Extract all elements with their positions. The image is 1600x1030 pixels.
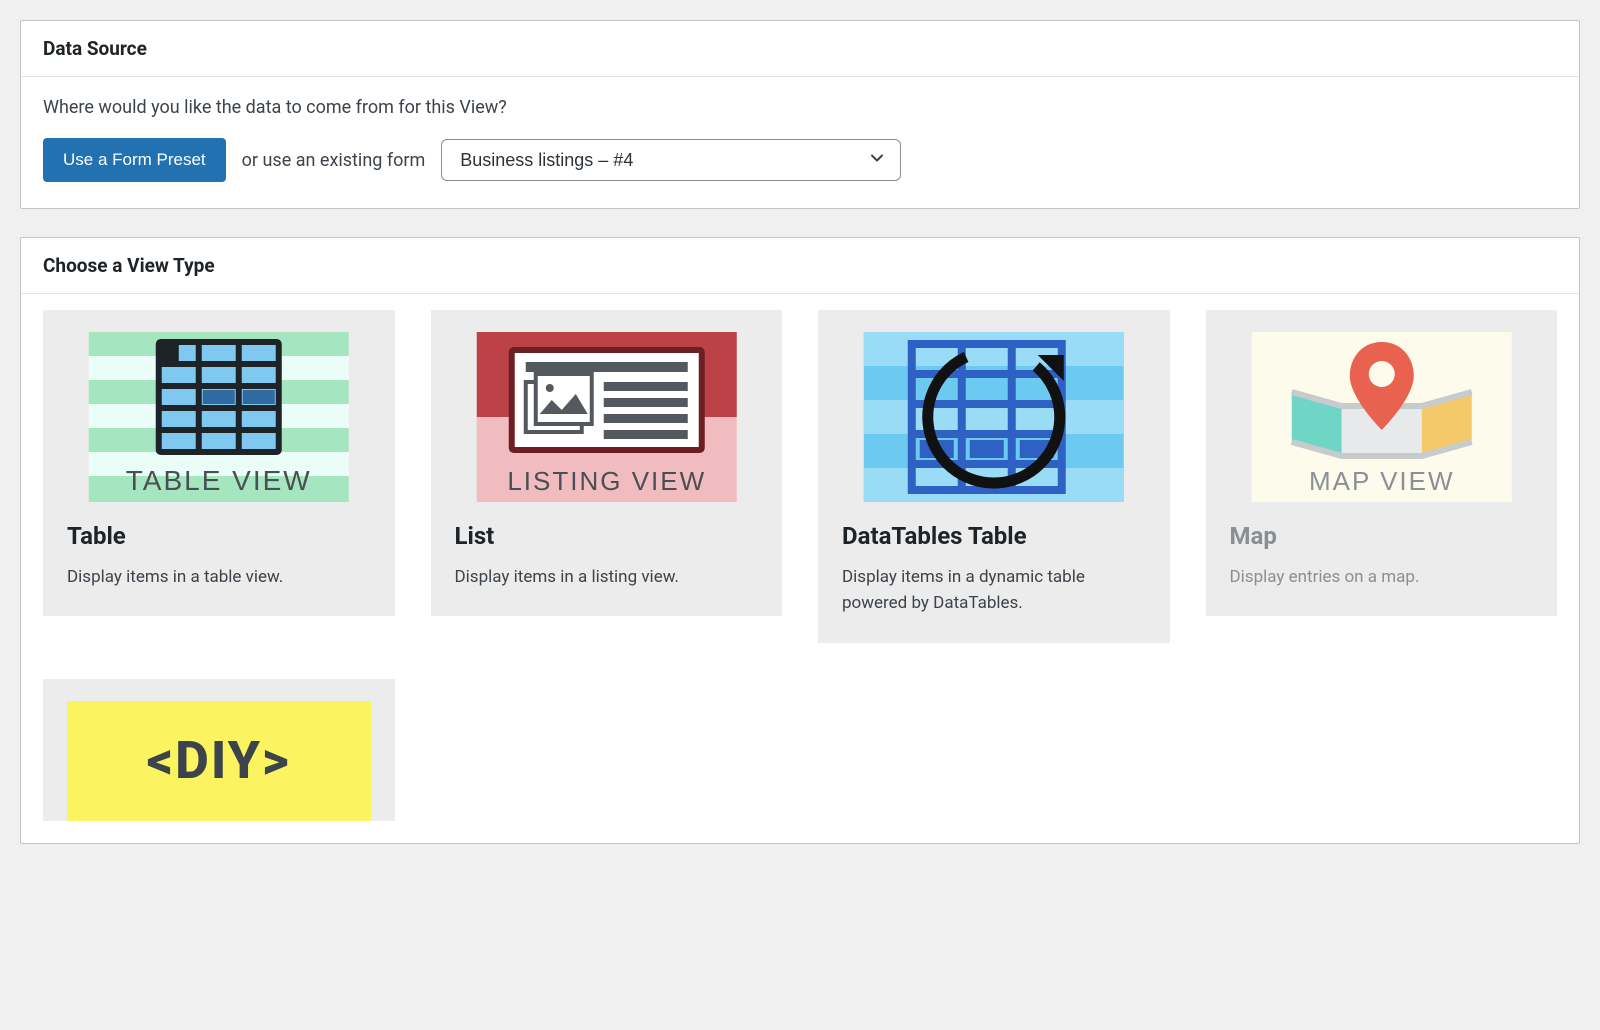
panel-header: Choose a View Type	[21, 238, 1579, 294]
view-type-grid: TABLE VIEW Table Display items in a tabl…	[21, 294, 1579, 843]
table-view-thumb-icon: TABLE VIEW	[67, 332, 371, 502]
data-source-prompt: Where would you like the data to come fr…	[43, 97, 1557, 118]
view-card-table[interactable]: TABLE VIEW Table Display items in a tabl…	[43, 310, 395, 616]
or-use-existing-label: or use an existing form	[242, 150, 426, 171]
form-select-wrap: Business listings – #4	[441, 139, 901, 181]
diy-thumb-icon: <DIY>	[67, 701, 371, 821]
view-card-list[interactable]: LISTING VIEW List Display items in a lis…	[431, 310, 783, 616]
view-card-title: List	[455, 522, 759, 550]
existing-form-select[interactable]: Business listings – #4	[441, 139, 901, 181]
view-card-desc: Display items in a listing view.	[455, 564, 759, 590]
map-view-thumb-icon: MAP VIEW	[1230, 332, 1534, 502]
panel-body: Where would you like the data to come fr…	[21, 77, 1579, 208]
view-card-diy[interactable]: <DIY>	[43, 679, 395, 821]
view-card-desc: Display entries on a map.	[1230, 564, 1534, 590]
view-type-title: Choose a View Type	[43, 254, 1557, 277]
view-type-panel: Choose a View Type	[20, 237, 1580, 844]
panel-header: Data Source	[21, 21, 1579, 77]
data-source-panel: Data Source Where would you like the dat…	[20, 20, 1580, 209]
use-form-preset-button[interactable]: Use a Form Preset	[43, 138, 226, 182]
view-card-title: DataTables Table	[842, 522, 1146, 550]
listing-view-thumb-icon: LISTING VIEW	[455, 332, 759, 502]
datatables-thumb-icon	[842, 332, 1146, 502]
view-card-title: Map	[1230, 522, 1534, 550]
view-card-desc: Display items in a dynamic table powered…	[842, 564, 1146, 617]
view-card-title: Table	[67, 522, 371, 550]
svg-text:MAP VIEW: MAP VIEW	[1308, 466, 1454, 496]
view-card-datatables[interactable]: DataTables Table Display items in a dyna…	[818, 310, 1170, 643]
data-source-controls: Use a Form Preset or use an existing for…	[43, 138, 1557, 182]
data-source-title: Data Source	[43, 37, 1557, 60]
svg-text:TABLE VIEW: TABLE VIEW	[126, 465, 312, 496]
svg-text:LISTING VIEW: LISTING VIEW	[507, 466, 706, 496]
view-card-map[interactable]: MAP VIEW Map Display entries on a map.	[1206, 310, 1558, 616]
view-card-desc: Display items in a table view.	[67, 564, 371, 590]
